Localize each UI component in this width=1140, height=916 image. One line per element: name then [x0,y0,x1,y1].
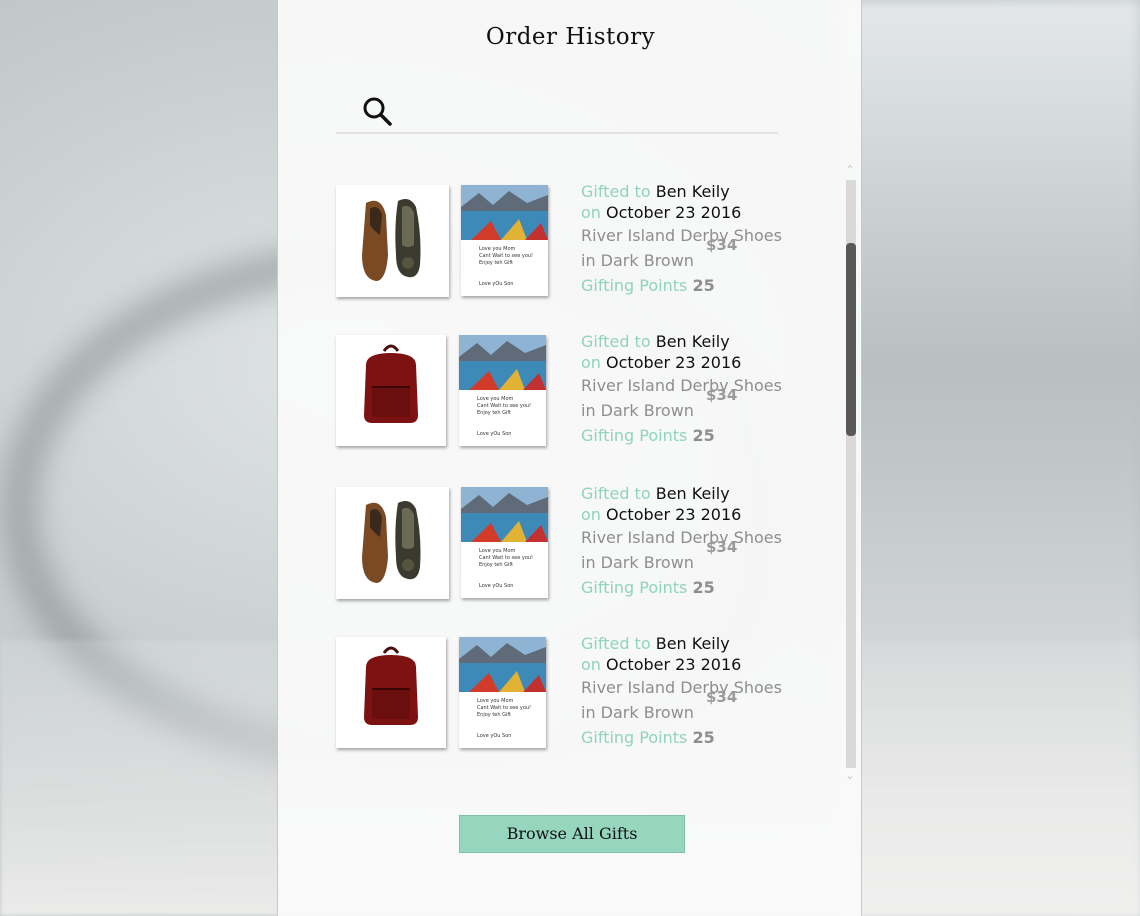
product-name: River Island Derby Shoes in Dark Brown [581,528,782,572]
card-signature: Love yOu Son [479,281,514,287]
on-label: on [581,203,601,222]
search-icon[interactable] [362,96,392,126]
order-info: Gifted to Ben Keily on October 23 2016 R… [581,331,811,445]
product-image[interactable] [336,637,446,748]
price: $34 [706,538,738,556]
lake-photo [459,637,546,692]
card-message: Love you Mom Cant Wait to see you! Enjoy… [477,396,532,416]
greeting-card[interactable]: Love you Mom Cant Wait to see you! Enjoy… [461,185,548,296]
greeting-card[interactable]: Love you Mom Cant Wait to see you! Enjoy… [461,487,548,598]
on-label: on [581,505,601,524]
card-signature: Love yOu Son [477,431,512,437]
order-info: Gifted to Ben Keily on October 23 2016 R… [581,181,811,295]
card-message: Love you Mom Cant Wait to see you! Enjoy… [477,698,532,718]
recipient-name: Ben Keily [655,182,730,201]
recipient-name: Ben Keily [655,332,730,351]
product-image[interactable] [336,185,449,297]
list-item[interactable]: Love you Mom Cant Wait to see you! Enjoy… [334,484,804,601]
order-date: October 23 2016 [606,505,742,524]
shoes-image [362,501,421,583]
order-info: Gifted to Ben Keily on October 23 2016 R… [581,483,811,597]
gifting-points: Gifting Points 25 [581,426,715,445]
card-signature: Love yOu Son [477,733,512,739]
lake-photo [459,335,546,390]
price: $34 [706,386,738,404]
gifted-to-label: Gifted to [581,182,651,201]
order-date: October 23 2016 [606,353,742,372]
chevron-up-icon[interactable]: ⌃ [844,163,856,177]
gifting-points: Gifting Points 25 [581,578,715,597]
search-bar[interactable] [336,88,778,134]
list-item[interactable]: Love you Mom Cant Wait to see you! Enjoy… [334,332,804,449]
price: $34 [706,688,738,706]
lake-photo [461,185,548,240]
product-image[interactable] [336,487,449,599]
search-input[interactable] [406,94,770,126]
recipient-name: Ben Keily [655,634,730,653]
backpack-image [364,344,418,423]
lake-photo [461,487,548,542]
card-message: Love you Mom Cant Wait to see you! Enjoy… [479,548,534,568]
browse-all-gifts-button[interactable]: Browse All Gifts [459,815,685,853]
price: $34 [706,236,738,254]
greeting-card[interactable]: Love you Mom Cant Wait to see you! Enjoy… [459,637,546,748]
gifted-to-label: Gifted to [581,332,651,351]
card-message: Love you Mom Cant Wait to see you! Enjoy… [479,246,534,266]
product-name: River Island Derby Shoes in Dark Brown [581,678,782,722]
order-info: Gifted to Ben Keily on October 23 2016 R… [581,633,811,747]
product-name: River Island Derby Shoes in Dark Brown [581,376,782,420]
page-title: Order History [485,24,656,50]
gifting-points: Gifting Points 25 [581,276,715,295]
gifting-points: Gifting Points 25 [581,728,715,747]
scrollbar-thumb[interactable] [846,243,856,436]
list-item[interactable]: Love you Mom Cant Wait to see you! Enjoy… [334,182,804,299]
product-image[interactable] [336,335,446,446]
backpack-image [364,646,418,725]
greeting-card[interactable]: Love you Mom Cant Wait to see you! Enjoy… [459,335,546,446]
list-item[interactable]: Love you Mom Cant Wait to see you! Enjoy… [334,634,804,751]
recipient-name: Ben Keily [655,484,730,503]
order-date: October 23 2016 [606,655,742,674]
gifted-to-label: Gifted to [581,634,651,653]
order-date: October 23 2016 [606,203,742,222]
card-signature: Love yOu Son [479,583,514,589]
scrollbar[interactable] [846,180,856,768]
order-history-panel: Order History Love you Mom Cant Wait to … [277,0,862,916]
product-name: River Island Derby Shoes in Dark Brown [581,226,782,270]
gifted-to-label: Gifted to [581,484,651,503]
chevron-down-icon[interactable]: ⌄ [844,768,856,782]
on-label: on [581,353,601,372]
on-label: on [581,655,601,674]
shoes-image [362,199,421,281]
